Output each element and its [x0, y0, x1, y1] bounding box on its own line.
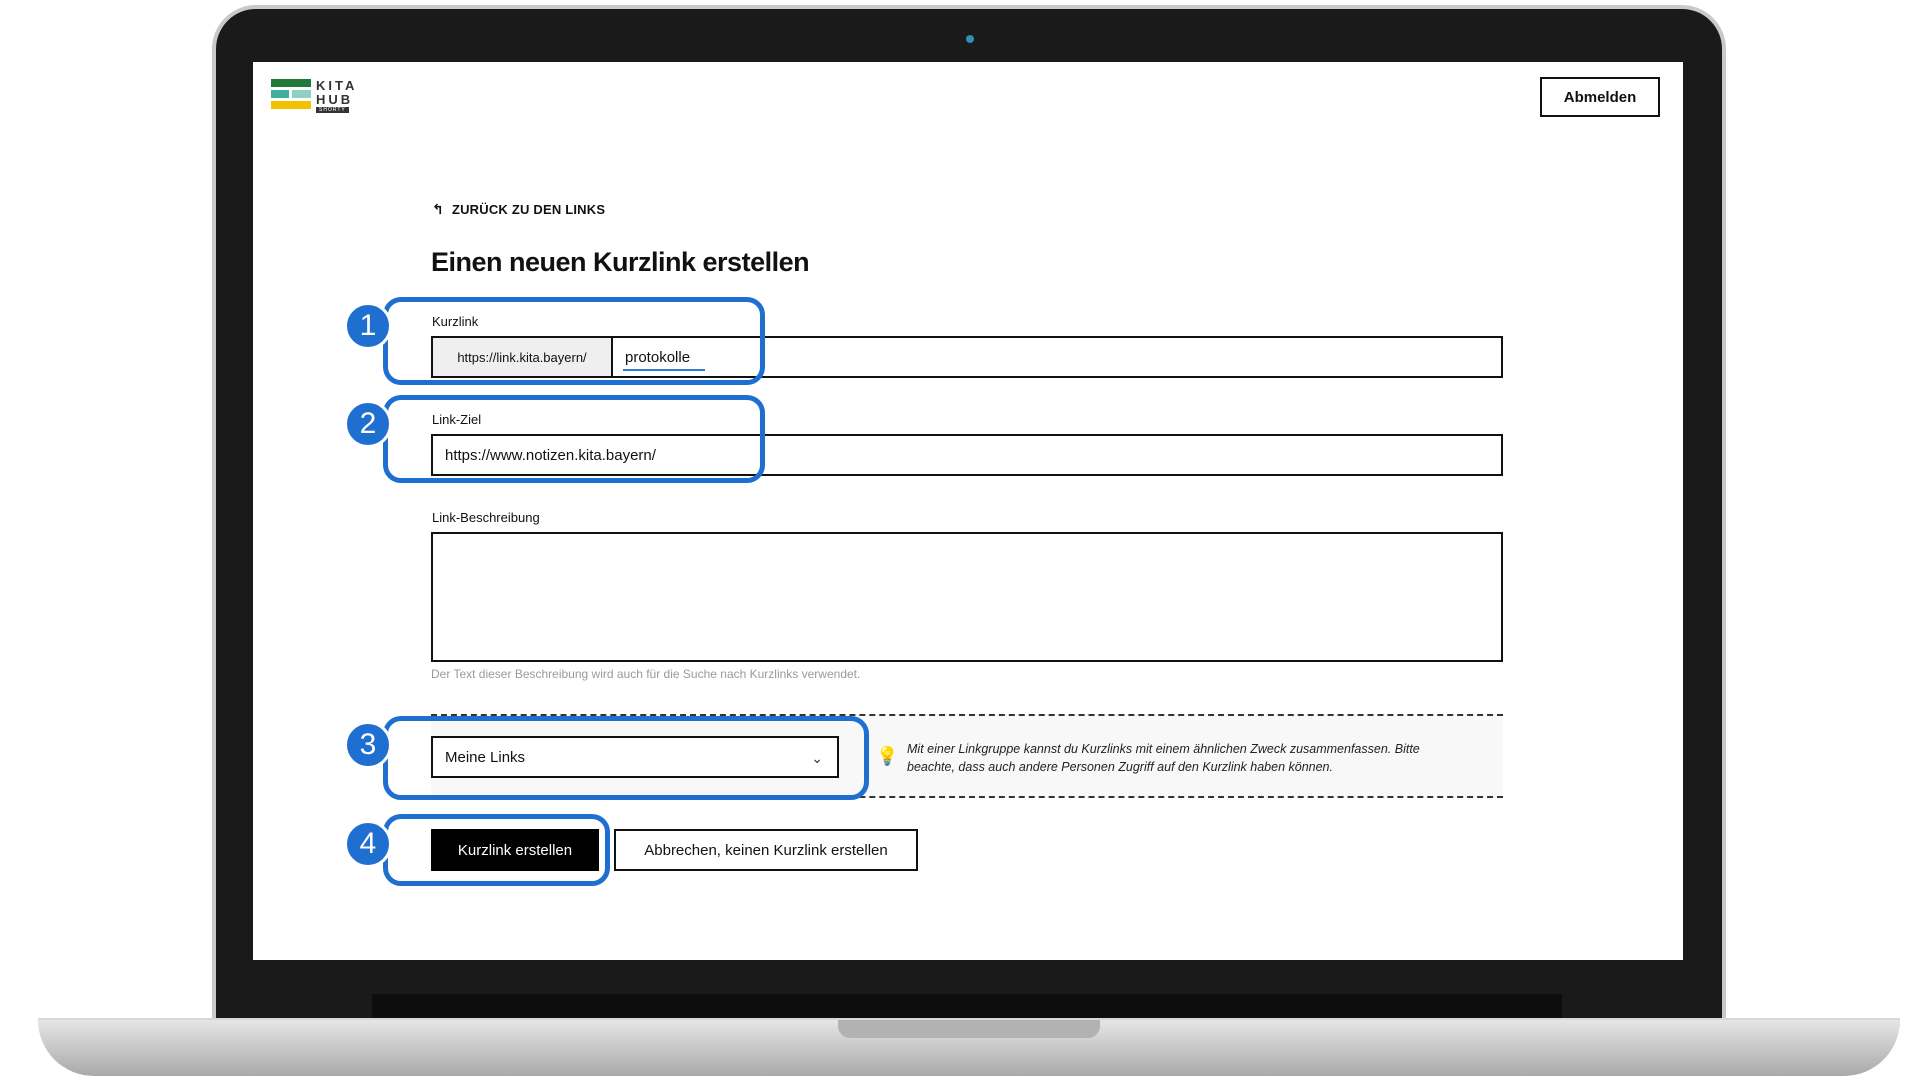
- description-label: Link-Beschreibung: [432, 510, 540, 525]
- logo-text-hub: HUB: [316, 92, 354, 107]
- logout-button[interactable]: Abmelden: [1540, 77, 1660, 117]
- logo-bar-teal: [271, 90, 289, 98]
- logo-subtitle: SHORTY: [316, 107, 349, 113]
- back-to-links-link[interactable]: ↰ ZURÜCK ZU DEN LINKS: [432, 201, 605, 218]
- callout-number-2: 2: [344, 400, 392, 448]
- cancel-button[interactable]: Abbrechen, keinen Kurzlink erstellen: [614, 829, 918, 871]
- kita-hub-logo[interactable]: KITA HUB SHORTY: [271, 76, 371, 116]
- logo-bar-yellow: [271, 101, 311, 109]
- callout-number-1: 1: [344, 302, 392, 350]
- callout-number-3: 3: [344, 721, 392, 769]
- logo-bar-light: [292, 90, 311, 98]
- callout-number-4: 4: [344, 820, 392, 868]
- description-hint: Der Text dieser Beschreibung wird auch f…: [431, 667, 861, 681]
- lightbulb-icon: 💡: [876, 746, 899, 766]
- laptop-notch: [838, 1020, 1100, 1038]
- page-title: Einen neuen Kurzlink erstellen: [431, 247, 810, 277]
- callout-box-1: [383, 297, 765, 385]
- back-link-label: ZURÜCK ZU DEN LINKS: [451, 202, 606, 217]
- description-textarea[interactable]: [431, 532, 1503, 662]
- callout-box-4: [383, 814, 610, 886]
- laptop-bezel: [372, 994, 1562, 1018]
- callout-box-2: [383, 395, 765, 483]
- camera-dot: [966, 35, 974, 43]
- callout-box-3: [383, 716, 869, 800]
- back-arrow-icon: ↰: [432, 201, 444, 217]
- logo-bar-green: [271, 79, 311, 87]
- logo-text-kita: KITA: [316, 78, 358, 93]
- link-group-info: Mit einer Linkgruppe kannst du Kurzlinks…: [907, 742, 1420, 774]
